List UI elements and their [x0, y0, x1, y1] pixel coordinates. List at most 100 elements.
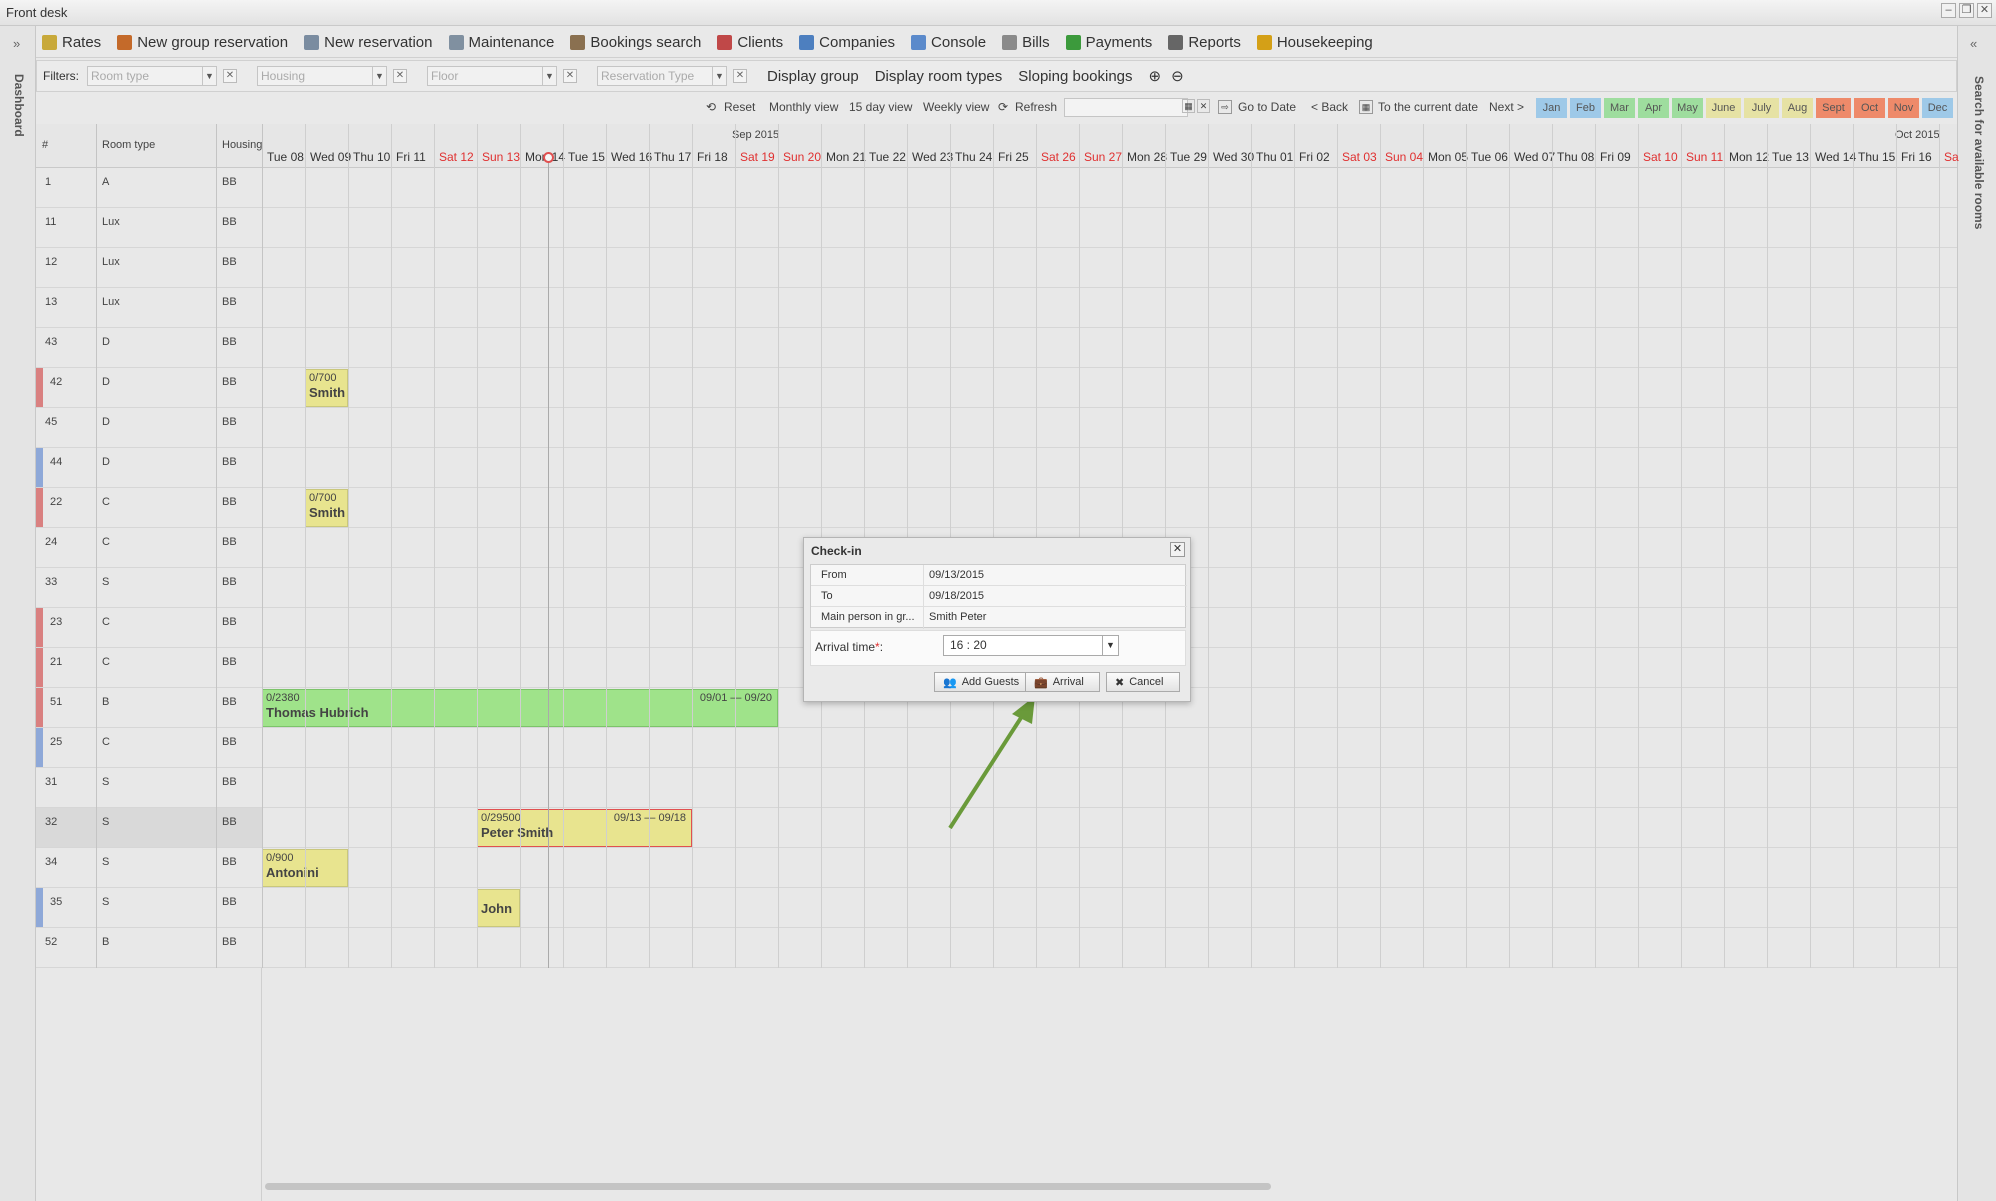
- date-input[interactable]: [1064, 98, 1188, 117]
- menu-item-companies[interactable]: Companies: [799, 34, 895, 51]
- collapse-icon[interactable]: «: [1970, 36, 1977, 51]
- room-row[interactable]: 43 D BB: [36, 328, 1957, 368]
- col-housing-header[interactable]: Housing: [222, 139, 262, 151]
- search-available-rooms-panel[interactable]: « Search for available rooms: [1957, 26, 1996, 1201]
- reset-button[interactable]: Reset: [724, 100, 755, 114]
- expand-icon[interactable]: »: [13, 36, 20, 51]
- refresh-button[interactable]: Refresh: [1015, 100, 1057, 114]
- day-column-divider: [563, 124, 564, 968]
- col-room-type-header[interactable]: Room type: [102, 139, 155, 151]
- chevron-down-icon[interactable]: ▼: [202, 67, 216, 85]
- room-row[interactable]: 12 Lux BB: [36, 248, 1957, 288]
- month-button-dec[interactable]: Dec: [1922, 98, 1953, 118]
- booking-guest-name: Antonini: [266, 865, 319, 880]
- month-button-apr[interactable]: Apr: [1638, 98, 1669, 118]
- restore-button[interactable]: ❐: [1959, 3, 1974, 18]
- room-type-select[interactable]: Room type ▼: [87, 66, 217, 86]
- room-housing: BB: [222, 656, 237, 668]
- month-button-may[interactable]: May: [1672, 98, 1703, 118]
- arrival-time-select[interactable]: 16 : 20 ▼: [943, 635, 1119, 656]
- clear-icon[interactable]: ✕: [1197, 99, 1210, 113]
- floor-select[interactable]: Floor ▼: [427, 66, 557, 86]
- display-room-types-link[interactable]: Display room types: [875, 68, 1003, 85]
- menu-item-housekeeping[interactable]: Housekeeping: [1256, 34, 1373, 51]
- next-button[interactable]: Next >: [1489, 100, 1524, 114]
- dashboard-label[interactable]: Dashboard: [10, 74, 26, 174]
- add-guests-button[interactable]: 👥 Add Guests: [934, 672, 1029, 692]
- refresh-icon[interactable]: ⟳: [998, 100, 1008, 114]
- menu-item-payments[interactable]: Payments: [1065, 34, 1152, 51]
- clear-icon[interactable]: ✕: [563, 69, 577, 83]
- month-button-june[interactable]: June: [1706, 98, 1741, 118]
- menu-item-new-group-reservation[interactable]: New group reservation: [117, 34, 288, 51]
- month-button-jan[interactable]: Jan: [1536, 98, 1567, 118]
- room-housing: BB: [222, 216, 237, 228]
- clear-icon[interactable]: ✕: [393, 69, 407, 83]
- month-button-july[interactable]: July: [1744, 98, 1779, 118]
- current-date-icon[interactable]: ▦: [1359, 100, 1373, 114]
- reset-icon[interactable]: ⟲: [706, 100, 716, 114]
- month-button-aug[interactable]: Aug: [1782, 98, 1813, 118]
- housing-select[interactable]: Housing ▼: [257, 66, 387, 86]
- go-to-date-icon[interactable]: ⇨: [1218, 100, 1232, 114]
- menu-item-reports[interactable]: Reports: [1168, 34, 1241, 51]
- room-row[interactable]: 52 B BB: [36, 928, 1957, 968]
- room-num: 23: [50, 616, 63, 628]
- booking-block[interactable]: 0/29500Peter Smith09/13 — 09/18: [477, 809, 692, 847]
- close-window-button[interactable]: ✕: [1977, 3, 1992, 18]
- room-row[interactable]: 45 D BB: [36, 408, 1957, 448]
- room-row[interactable]: 35 S BB: [36, 888, 1957, 928]
- calendar-icon[interactable]: ▦: [1182, 99, 1195, 113]
- clear-icon[interactable]: ✕: [733, 69, 747, 83]
- booking-block[interactable]: 0/700 Smith: [305, 369, 348, 407]
- close-icon[interactable]: ✕: [1170, 542, 1185, 557]
- go-to-date-button[interactable]: Go to Date: [1238, 100, 1296, 114]
- zoom-out-icon[interactable]: ⊖: [1171, 67, 1184, 85]
- current-date-button[interactable]: To the current date: [1378, 100, 1478, 114]
- room-num: 13: [45, 296, 58, 308]
- sloping-bookings-link[interactable]: Sloping bookings: [1018, 68, 1132, 85]
- horizontal-scrollbar[interactable]: [265, 1183, 1271, 1190]
- month-button-nov[interactable]: Nov: [1888, 98, 1919, 118]
- room-type: C: [102, 536, 110, 548]
- chevron-down-icon[interactable]: ▼: [1102, 636, 1118, 655]
- room-housing: BB: [222, 736, 237, 748]
- fifteen-day-view-button[interactable]: 15 day view: [849, 100, 912, 114]
- menu-item-bookings-search[interactable]: Bookings search: [570, 34, 701, 51]
- menu-item-new-reservation[interactable]: New reservation: [304, 34, 433, 51]
- today-line: [548, 152, 549, 968]
- chevron-down-icon[interactable]: ▼: [712, 67, 726, 85]
- month-button-mar[interactable]: Mar: [1604, 98, 1635, 118]
- month-button-sept[interactable]: Sept: [1816, 98, 1851, 118]
- search-available-rooms-label[interactable]: Search for available rooms: [1970, 76, 1986, 236]
- room-type: Lux: [102, 216, 120, 228]
- dashboard-panel[interactable]: » Dashboard: [0, 26, 36, 1201]
- minimize-button[interactable]: –: [1941, 3, 1956, 18]
- zoom-in-icon[interactable]: ⊕: [1149, 67, 1162, 85]
- menu-item-maintenance[interactable]: Maintenance: [448, 34, 554, 51]
- chevron-down-icon[interactable]: ▼: [542, 67, 556, 85]
- cancel-button[interactable]: ✖ Cancel: [1106, 672, 1180, 692]
- room-row[interactable]: 1 A BB: [36, 168, 1957, 208]
- clear-icon[interactable]: ✕: [223, 69, 237, 83]
- month-button-feb[interactable]: Feb: [1570, 98, 1601, 118]
- menu-item-rates[interactable]: Rates: [42, 34, 101, 51]
- weekly-view-button[interactable]: Weekly view: [923, 100, 989, 114]
- menu-item-console[interactable]: Console: [911, 34, 986, 51]
- display-group-link[interactable]: Display group: [767, 68, 859, 85]
- month-button-oct[interactable]: Oct: [1854, 98, 1885, 118]
- back-button[interactable]: < Back: [1311, 100, 1348, 114]
- chevron-down-icon[interactable]: ▼: [372, 67, 386, 85]
- arrival-button[interactable]: 💼 Arrival: [1025, 672, 1100, 692]
- monthly-view-button[interactable]: Monthly view: [769, 100, 838, 114]
- room-row[interactable]: 13 Lux BB: [36, 288, 1957, 328]
- reservation-type-select[interactable]: Reservation Type ▼: [597, 66, 727, 86]
- day-header: Thu 10: [353, 150, 391, 164]
- room-row[interactable]: 11 Lux BB: [36, 208, 1957, 248]
- menu-item-clients[interactable]: Clients: [717, 34, 783, 51]
- booking-block[interactable]: 0/700 Smith: [305, 489, 348, 527]
- booking-block[interactable]: John: [477, 889, 520, 927]
- menu-item-bills[interactable]: Bills: [1002, 34, 1050, 51]
- room-row[interactable]: 44 D BB: [36, 448, 1957, 488]
- dialog-title: Check-in: [811, 544, 862, 558]
